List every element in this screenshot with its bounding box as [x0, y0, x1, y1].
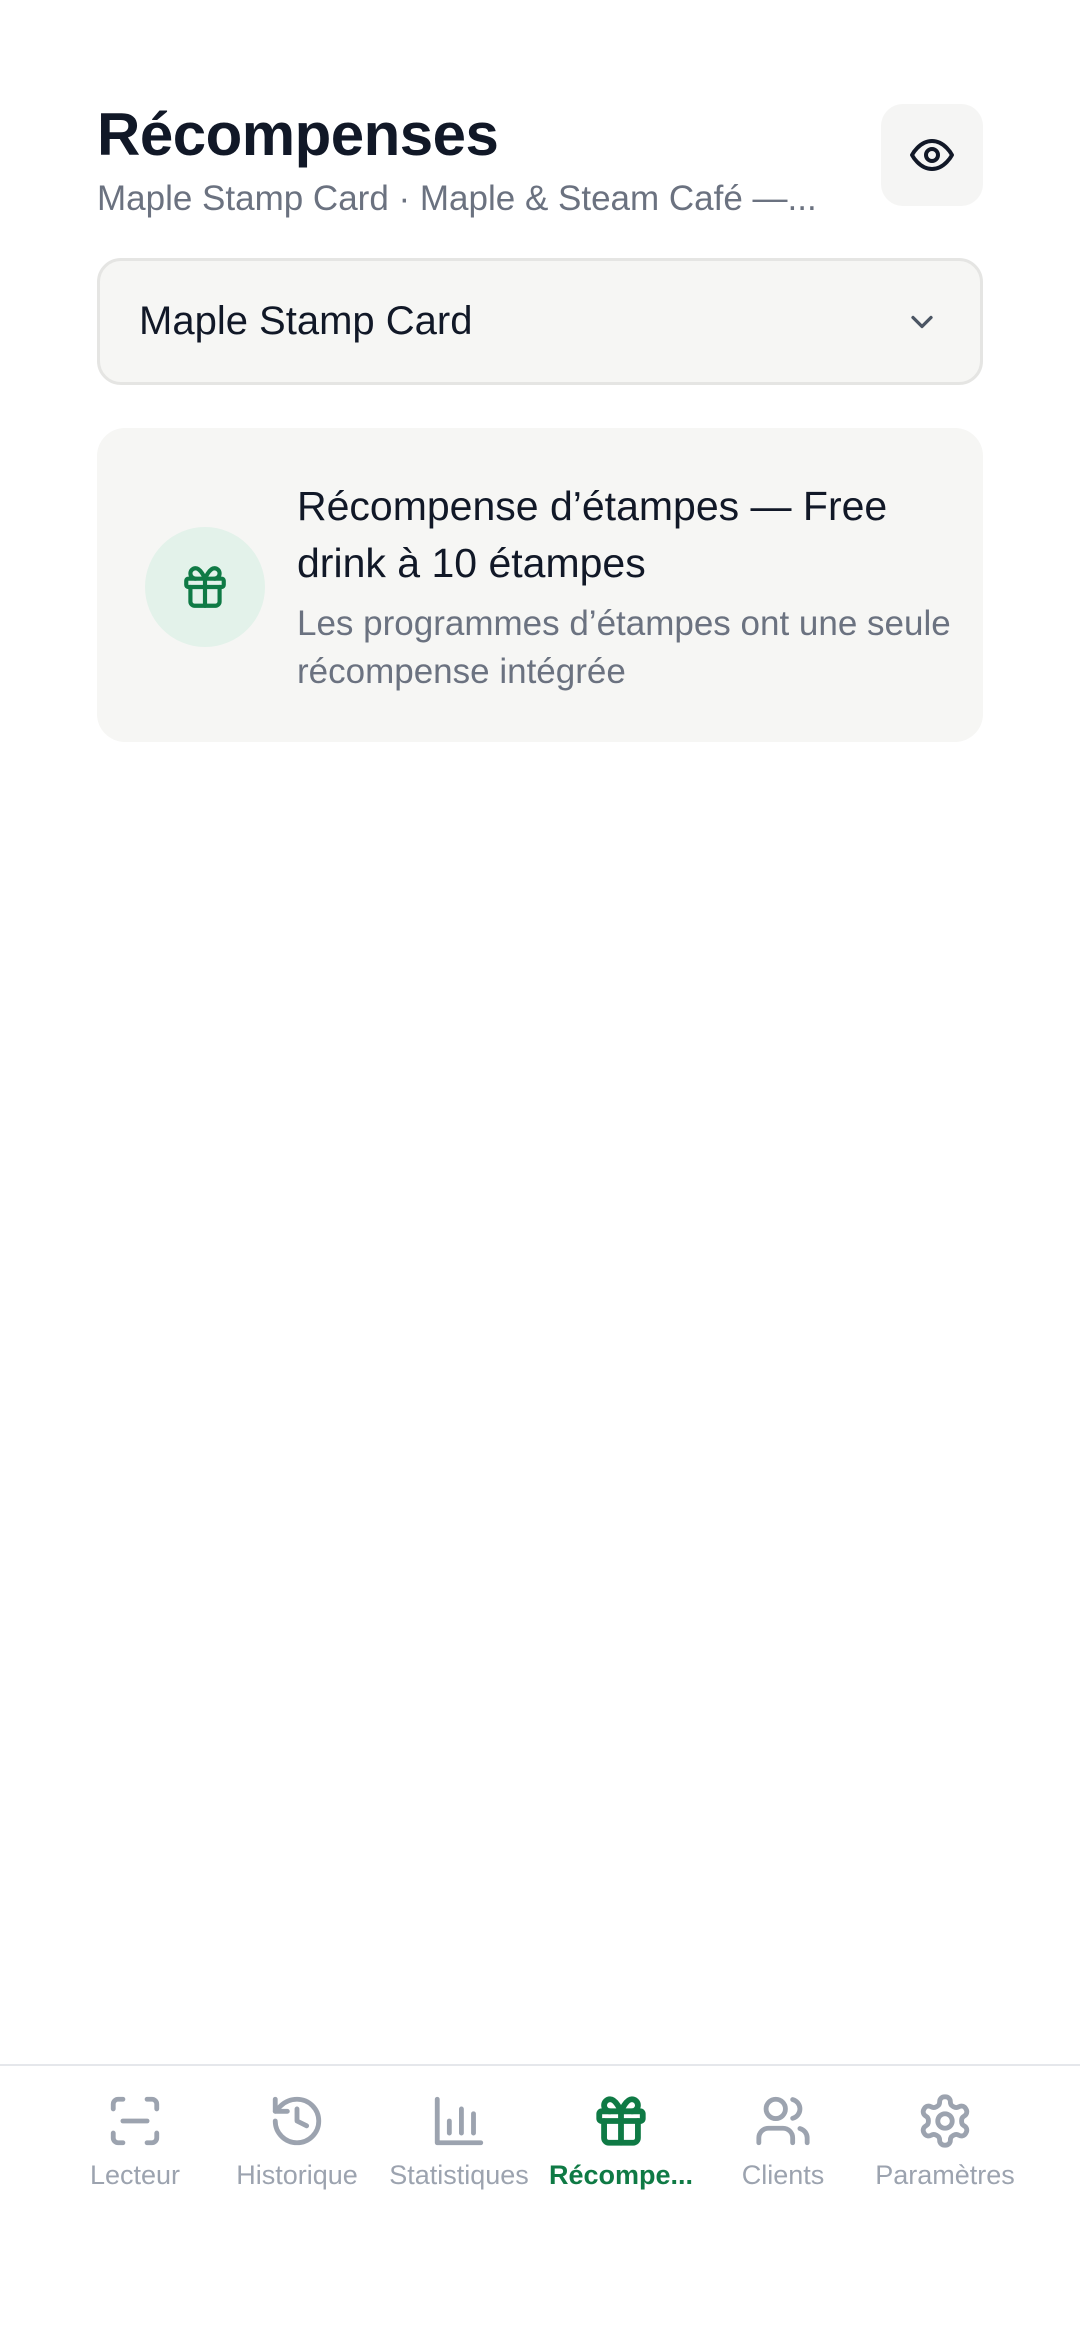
reward-title: Récompense d’étampes — Free drink à 10 é… [297, 483, 888, 586]
eye-icon [910, 139, 954, 171]
nav-label: Clients [741, 2160, 825, 2190]
nav-label: Paramètres [875, 2160, 1015, 2190]
nav-label: Lecteur [89, 2160, 181, 2190]
reward-description: Les programmes d’étampes ont une seule r… [297, 604, 951, 691]
nav-label: Récompe... [548, 2160, 694, 2190]
header: Récompenses Maple Stamp Card · Maple & S… [97, 100, 983, 230]
preview-button[interactable] [881, 104, 983, 206]
gift-icon [184, 566, 226, 608]
nav-item-statistiques[interactable]: Statistiques [378, 2092, 540, 2202]
nav-label: Historique [236, 2160, 358, 2190]
page-subtitle: Maple Stamp Card · Maple & Steam Café —.… [97, 179, 817, 218]
scan-icon [110, 2096, 160, 2146]
gear-icon [920, 2094, 970, 2148]
rewards-screen: Récompenses Maple Stamp Card · Maple & S… [0, 0, 1080, 2340]
nav-item-parametres[interactable]: Paramètres [864, 2092, 1026, 2202]
history-icon [272, 2096, 322, 2146]
page-title: Récompenses [97, 101, 499, 168]
users-icon [756, 2096, 810, 2146]
reward-icon-badge [145, 527, 265, 647]
gift-icon [596, 2096, 646, 2146]
bottom-navigation: Lecteur Historique Statistiques Récompe.… [0, 2064, 1080, 2340]
nav-item-lecteur[interactable]: Lecteur [54, 2092, 216, 2202]
nav-item-historique[interactable]: Historique [216, 2092, 378, 2202]
chevron-down-icon [900, 300, 944, 344]
stamp-reward-card[interactable]: Récompense d’étampes — Free drink à 10 é… [97, 428, 983, 742]
nav-label: Statistiques [389, 2160, 529, 2190]
bar-chart-icon [434, 2096, 484, 2146]
program-select-value: Maple Stamp Card [139, 299, 473, 343]
program-select[interactable]: Maple Stamp Card [97, 258, 983, 385]
nav-item-recompenses[interactable]: Récompe... [540, 2092, 702, 2202]
nav-item-clients[interactable]: Clients [702, 2092, 864, 2202]
